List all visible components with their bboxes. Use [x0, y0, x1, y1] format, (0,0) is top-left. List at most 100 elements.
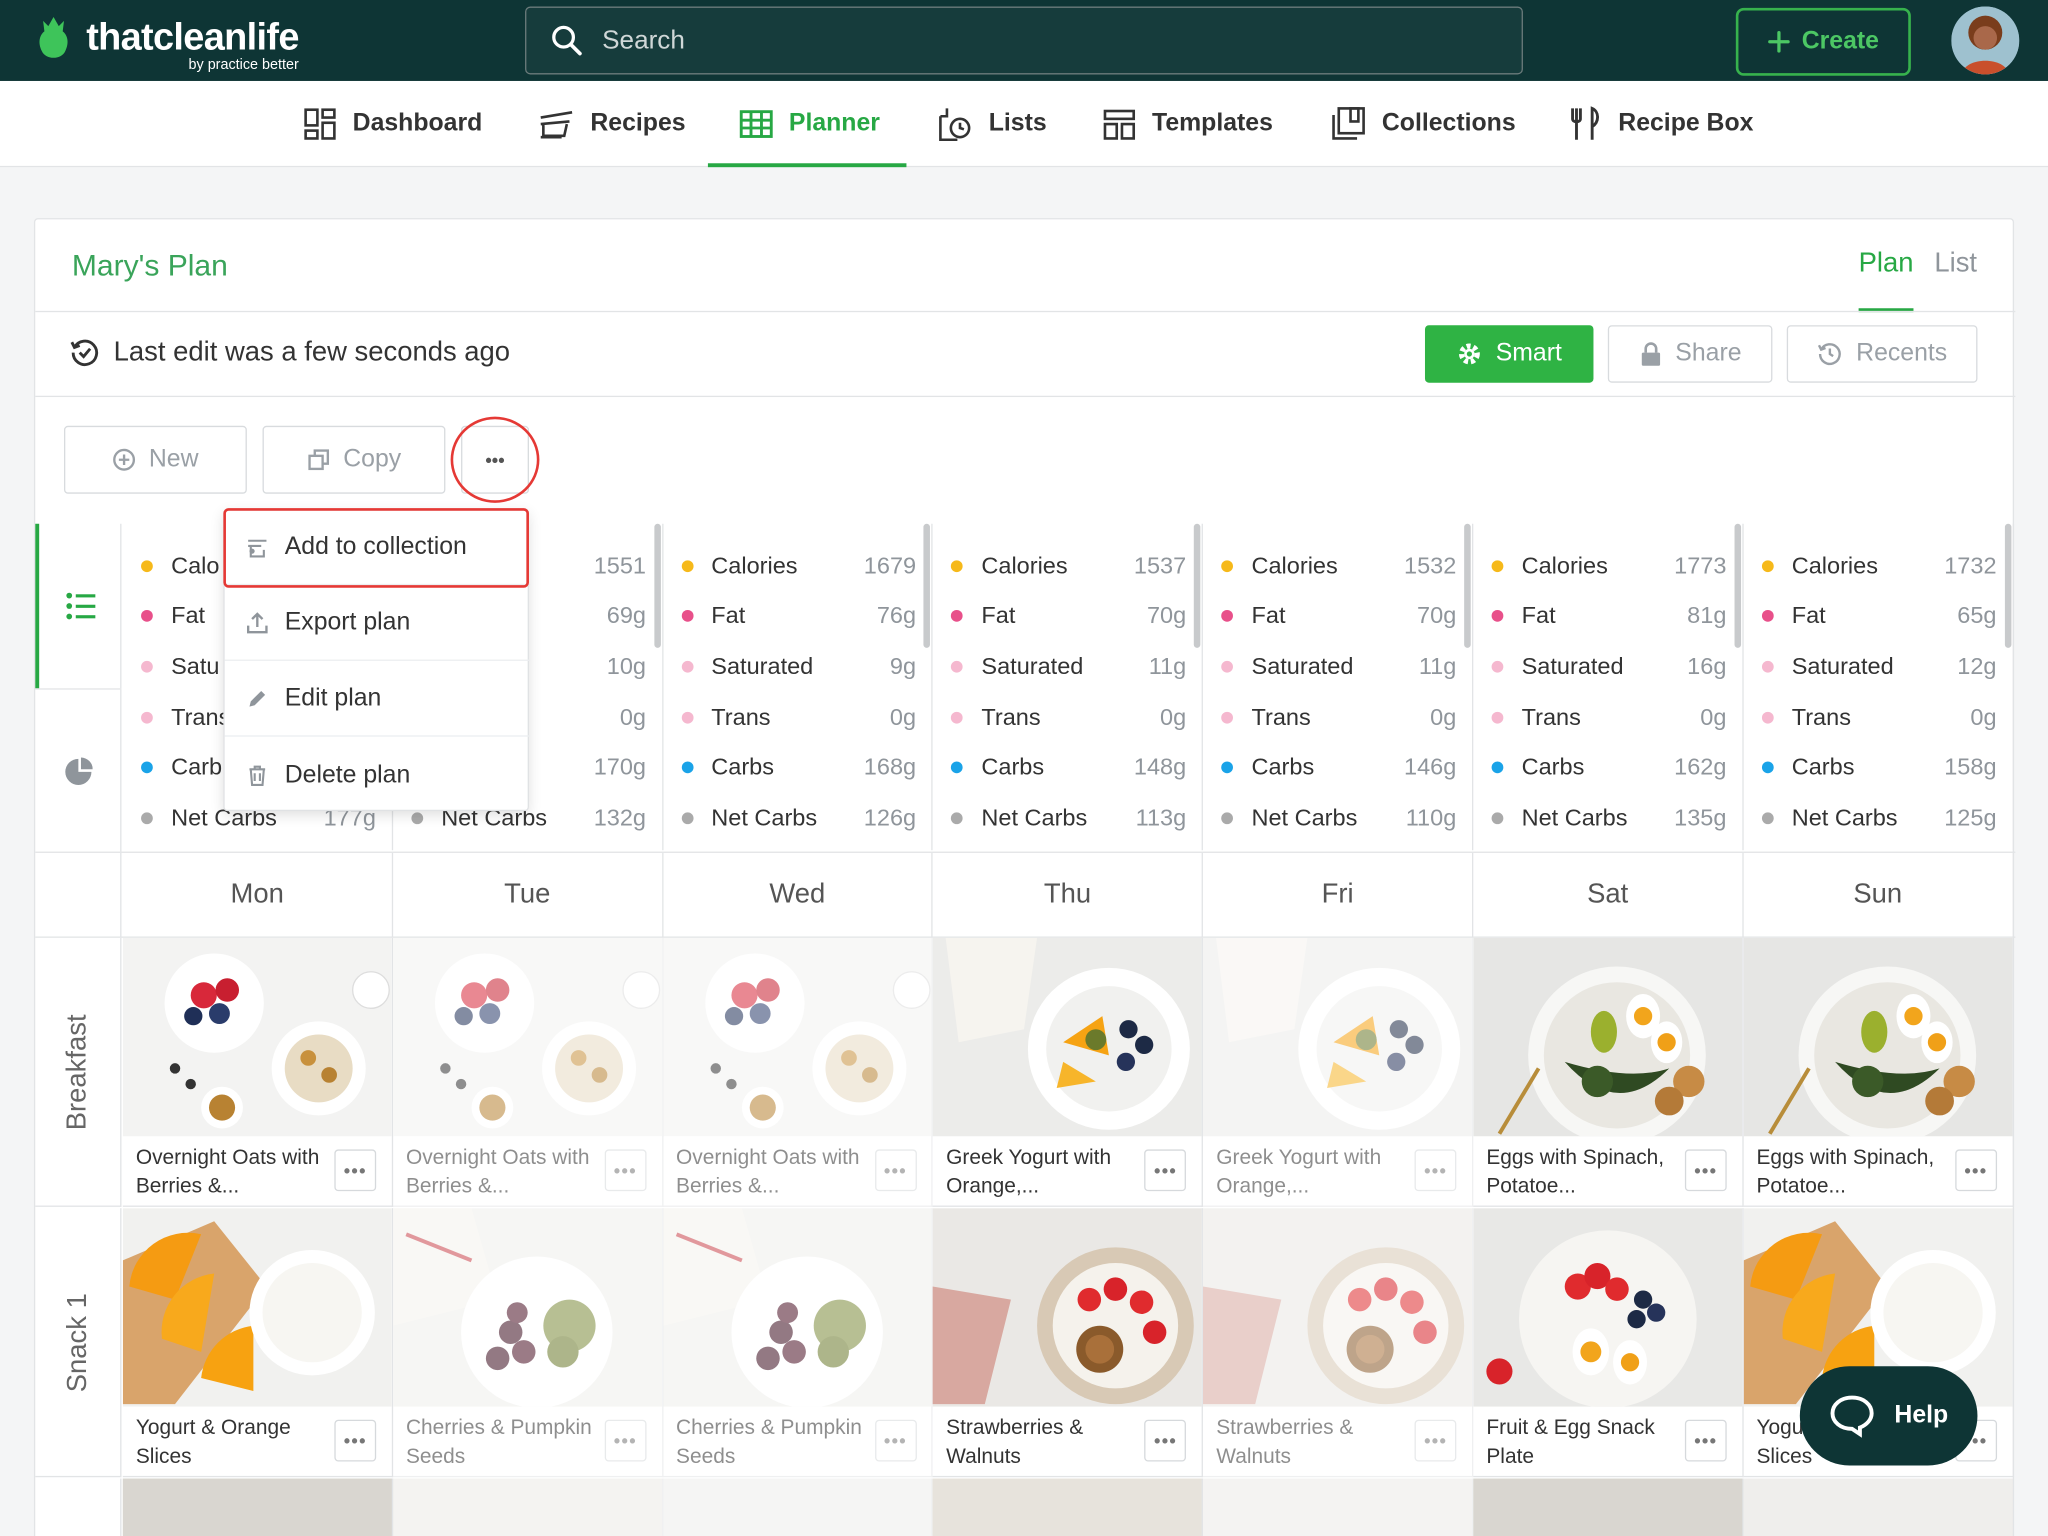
nutrient-dot: [141, 559, 153, 572]
create-button[interactable]: Create: [1735, 7, 1911, 76]
next-meal-photo[interactable]: [662, 1478, 934, 1536]
snack-meal-wed[interactable]: Cherries & Pumpkin Seeds •••: [662, 1208, 934, 1478]
recents-button[interactable]: Recents: [1786, 325, 1978, 383]
nutrient-label: Calories: [711, 551, 798, 578]
nav-lists[interactable]: Lists: [936, 81, 1047, 167]
nutrient-label: Carbs: [711, 754, 775, 781]
search-box[interactable]: [525, 6, 1523, 75]
nutrition-scrollbar[interactable]: [1464, 523, 1471, 648]
meal-options-button[interactable]: •••: [1684, 1419, 1727, 1462]
nav-recipes[interactable]: Recipes: [538, 81, 686, 167]
nutrient-row: Saturated 11g: [1221, 647, 1456, 686]
nav-dashboard[interactable]: Dashboard: [303, 81, 482, 167]
next-meal-photo[interactable]: [392, 1478, 663, 1536]
nutrient-label: Net Carbs: [1521, 804, 1628, 831]
meal-options-button[interactable]: •••: [1414, 1149, 1457, 1192]
nutrition-scrollbar[interactable]: [1734, 523, 1741, 648]
nutrient-label: Trans: [1251, 703, 1311, 730]
day-header-corner: [35, 852, 122, 937]
next-meal-photo[interactable]: [933, 1478, 1204, 1536]
next-meal-photo[interactable]: [1743, 1478, 2014, 1536]
nutrient-value: 1679: [863, 551, 917, 578]
snack-meal-mon[interactable]: Yogurt & Orange Slices •••: [122, 1208, 393, 1478]
nutrient-value: 12g: [1957, 652, 1997, 680]
nutrient-dot: [1491, 610, 1504, 622]
breakfast-meal-sun[interactable]: Eggs with Spinach, Potatoe... •••: [1743, 937, 2014, 1207]
nutrient-row: Net Carbs 125g: [1761, 799, 1997, 838]
day-header-fri: Fri: [1203, 852, 1474, 937]
nutrition-chart-toggle[interactable]: [35, 689, 122, 852]
leaf-logo-icon: [39, 16, 68, 58]
nutrient-value: 11g: [1418, 652, 1457, 680]
nav-collections[interactable]: Collections: [1330, 81, 1516, 167]
breakfast-meal-thu[interactable]: Greek Yogurt with Orange,... •••: [933, 937, 1204, 1207]
meal-name: Yogurt & Orange Slices: [135, 1417, 291, 1469]
menu-delete-plan[interactable]: Delete plan: [225, 738, 531, 812]
search-input[interactable]: [602, 25, 1386, 56]
plus-circle-icon: [113, 448, 136, 471]
next-meal-photo[interactable]: [1473, 1478, 1744, 1536]
nutrient-row: Trans 0g: [951, 698, 1186, 737]
meal-options-button[interactable]: •••: [334, 1419, 377, 1462]
new-label: New: [148, 445, 199, 473]
snack-meal-fri[interactable]: Strawberries & Walnuts •••: [1203, 1208, 1474, 1478]
menu-edit-plan[interactable]: Edit plan: [224, 662, 531, 737]
meal-options-button[interactable]: •••: [1684, 1149, 1727, 1192]
nutrition-list-toggle[interactable]: [35, 523, 122, 689]
next-meal-photo[interactable]: [1203, 1478, 1474, 1536]
nutrient-value: 10g: [606, 652, 646, 680]
tab-plan[interactable]: Plan: [1859, 248, 1914, 279]
nutrient-value: 0g: [1700, 703, 1727, 730]
smart-button[interactable]: Smart: [1424, 325, 1594, 383]
tab-list[interactable]: List: [1934, 248, 1977, 279]
breakfast-meal-fri[interactable]: Greek Yogurt with Orange,... •••: [1203, 937, 1474, 1207]
nutrient-row: Fat 70g: [1221, 596, 1456, 635]
meal-options-button[interactable]: •••: [604, 1149, 647, 1192]
next-meal-photo[interactable]: [122, 1478, 393, 1536]
meal-options-button[interactable]: •••: [604, 1419, 647, 1462]
nutrient-dot: [411, 812, 423, 825]
nutrition-scrollbar[interactable]: [1194, 523, 1201, 648]
meal-photo: [392, 937, 662, 1137]
help-button[interactable]: Help: [1799, 1366, 1978, 1466]
nav-templates[interactable]: Templates: [1102, 81, 1273, 167]
nutrient-dot: [951, 812, 964, 825]
breakfast-meal-sat[interactable]: Eggs with Spinach, Potatoe... •••: [1473, 937, 1744, 1207]
copy-button[interactable]: Copy: [262, 425, 446, 494]
share-button[interactable]: Share: [1607, 325, 1773, 383]
breakfast-meal-tue[interactable]: Overnight Oats with Berries &... •••: [392, 937, 663, 1207]
menu-export-plan[interactable]: Export plan: [224, 586, 531, 661]
meal-options-button[interactable]: •••: [1414, 1419, 1457, 1462]
new-button[interactable]: New: [63, 425, 247, 494]
meal-options-button[interactable]: •••: [334, 1149, 377, 1192]
logo[interactable]: thatcleanlife by practice better: [37, 8, 299, 73]
nav-recipe-box[interactable]: Recipe Box: [1569, 81, 1753, 167]
breakfast-meal-wed[interactable]: Overnight Oats with Berries &... •••: [662, 937, 934, 1207]
nutrient-row: Saturated 16g: [1491, 647, 1726, 686]
meal-options-button[interactable]: •••: [1954, 1149, 1997, 1192]
meal-options-button[interactable]: •••: [874, 1419, 917, 1462]
meal-options-button[interactable]: •••: [1144, 1419, 1187, 1462]
menu-item-label: Edit plan: [284, 684, 382, 712]
nutrition-scrollbar[interactable]: [923, 523, 931, 648]
breakfast-meal-mon[interactable]: Overnight Oats with Berries &... •••: [122, 937, 393, 1207]
nutrient-value: 162g: [1674, 754, 1727, 781]
avatar[interactable]: [1951, 6, 2020, 75]
nutrient-value: 125g: [1944, 804, 1997, 831]
nutrient-row: Calories 1732: [1761, 546, 1997, 585]
nav-label: Dashboard: [352, 109, 483, 138]
meal-options-button[interactable]: •••: [1144, 1149, 1187, 1192]
nutrient-row: Fat 81g: [1491, 596, 1726, 635]
nutrition-scrollbar[interactable]: [2004, 523, 2011, 648]
nutrient-dot: [141, 761, 153, 774]
meal-photo: [662, 937, 932, 1137]
snack-meal-thu[interactable]: Strawberries & Walnuts •••: [933, 1208, 1204, 1478]
nav-planner[interactable]: Planner: [708, 81, 906, 168]
snack-meal-sat[interactable]: Fruit & Egg Snack Plate •••: [1473, 1208, 1744, 1478]
snack-meal-tue[interactable]: Cherries & Pumpkin Seeds •••: [392, 1208, 663, 1478]
nutrient-row: Trans 0g: [1491, 698, 1727, 737]
meal-options-button[interactable]: •••: [874, 1149, 917, 1192]
nutrient-row: Calories 1773: [1491, 546, 1726, 585]
meal-type-next: [35, 1478, 122, 1536]
nutrition-scrollbar[interactable]: [653, 523, 661, 648]
